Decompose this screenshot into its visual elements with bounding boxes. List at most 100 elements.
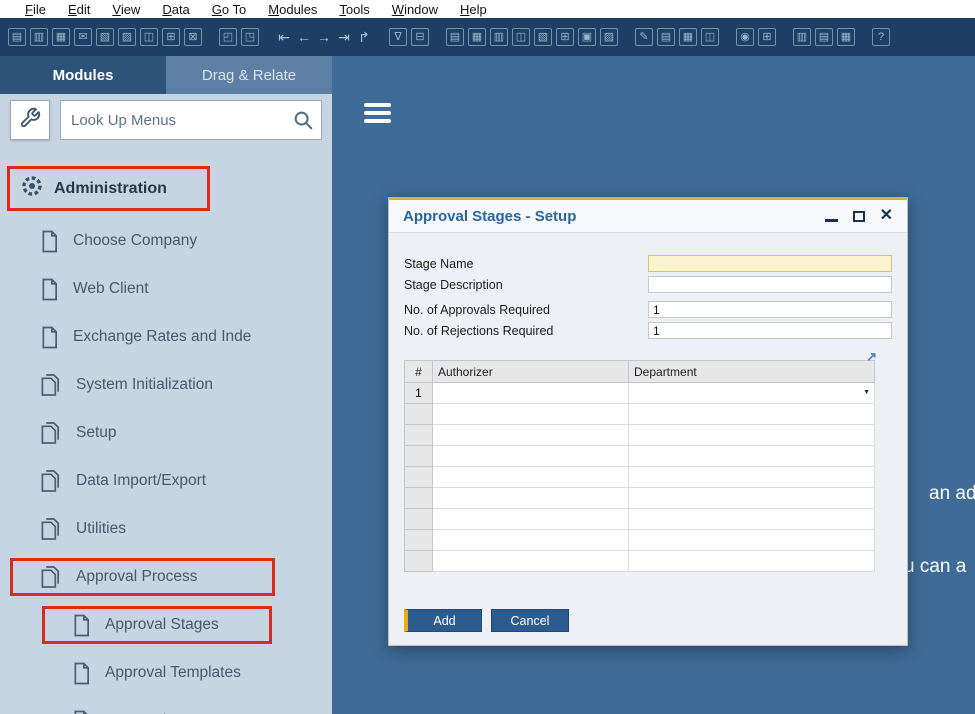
find-icon[interactable]: ⊠	[184, 28, 202, 46]
last-record-icon[interactable]: ⇥	[336, 29, 352, 46]
maximize-icon[interactable]	[853, 211, 865, 222]
help-icon[interactable]: ?	[872, 28, 890, 46]
add-record-icon[interactable]: ◰	[219, 28, 237, 46]
tab-modules[interactable]: Modules	[0, 56, 166, 94]
sidebar-item-approval-status-report[interactable]: Approval Status Report	[0, 697, 332, 714]
dashboard-icon[interactable]: ▤	[815, 28, 833, 46]
previous-record-icon[interactable]: ←	[296, 29, 312, 45]
sidebar-item-label: Data Import/Export	[76, 472, 206, 490]
sidebar-item-system-initialization[interactable]: System Initialization	[0, 361, 332, 409]
authorizer-table-body: 1▼	[405, 383, 875, 572]
print-icon[interactable]: ▥	[30, 28, 48, 46]
menu-view[interactable]: View	[101, 2, 151, 17]
toolbar: ▤▥▦✉▧▨◫⊞⊠◰◳⇤←→⇥↱∇⊟▤▦▥◫▧⊞▣▨✎▤▦◫◉⊞▥▤▦?	[0, 18, 975, 56]
payment-means-icon[interactable]: ▥	[490, 28, 508, 46]
query-icon[interactable]: ⊞	[556, 28, 574, 46]
department-cell[interactable]	[629, 467, 875, 488]
duplicate-icon[interactable]: ◳	[241, 28, 259, 46]
department-cell[interactable]	[629, 530, 875, 551]
mail-icon[interactable]: ✉	[74, 28, 92, 46]
jump-to-icon[interactable]: ↱	[356, 29, 372, 46]
journal-entry-icon[interactable]: ◫	[512, 28, 530, 46]
sidebar-item-approval-templates[interactable]: Approval Templates	[0, 649, 332, 697]
department-cell[interactable]	[629, 488, 875, 509]
authorizer-cell[interactable]	[433, 446, 629, 467]
cancel-button[interactable]: Cancel	[491, 609, 569, 632]
next-record-icon[interactable]: →	[316, 29, 332, 45]
department-cell[interactable]: ▼	[629, 383, 875, 404]
background-text-fragment: an ad	[929, 483, 975, 505]
authorizer-cell[interactable]	[433, 551, 629, 572]
search-input[interactable]	[60, 100, 322, 140]
approvals-required-label: No. of Approvals Required	[404, 303, 648, 317]
layout-designer-icon[interactable]: ▤	[657, 28, 675, 46]
menu-go-to[interactable]: Go To	[201, 2, 257, 17]
sidebar-item-utilities[interactable]: Utilities	[0, 505, 332, 553]
dropdown-caret-icon[interactable]: ▼	[863, 389, 870, 396]
filter-icon[interactable]: ∇	[389, 28, 407, 46]
sidebar-item-approval-stages[interactable]: Approval Stages	[0, 601, 332, 649]
expand-grid-icon[interactable]: ↗	[866, 349, 877, 365]
minimize-icon[interactable]	[825, 219, 838, 222]
rejections-required-input[interactable]	[648, 322, 892, 339]
lock-screen-icon[interactable]: ⊞	[162, 28, 180, 46]
excel-export-icon[interactable]: ▧	[96, 28, 114, 46]
authorizer-cell[interactable]	[433, 404, 629, 425]
users-icon[interactable]: ◉	[736, 28, 754, 46]
sidebar-item-administration[interactable]: Administration	[7, 166, 210, 211]
sidebar-item-label: Web Client	[73, 280, 149, 298]
department-cell[interactable]	[629, 404, 875, 425]
department-cell[interactable]	[629, 446, 875, 467]
authorizer-cell[interactable]	[433, 488, 629, 509]
menu-window[interactable]: Window	[381, 2, 449, 17]
dialog-title-bar[interactable]: Approval Stages - Setup ✕	[389, 200, 907, 233]
stage-description-input[interactable]	[648, 276, 892, 293]
settings-icon[interactable]: ⊞	[758, 28, 776, 46]
sidebar: Modules Drag & Relate	[0, 56, 332, 714]
close-icon[interactable]: ✕	[880, 208, 893, 224]
menu-icon[interactable]	[364, 103, 391, 127]
sidebar-item-web-client[interactable]: Web Client	[0, 265, 332, 313]
first-record-icon[interactable]: ⇤	[276, 29, 292, 46]
sidebar-item-label: Approval Templates	[105, 664, 241, 682]
calendar-icon[interactable]: ▦	[837, 28, 855, 46]
authorizer-cell[interactable]	[433, 383, 629, 404]
menu-help[interactable]: Help	[449, 2, 498, 17]
authorizer-cell[interactable]	[433, 425, 629, 446]
sidebar-item-approval-process[interactable]: Approval Process	[0, 553, 332, 601]
print-preview-icon[interactable]: ▦	[52, 28, 70, 46]
word-export-icon[interactable]: ▨	[118, 28, 136, 46]
menu-edit[interactable]: Edit	[57, 2, 101, 17]
message-icon[interactable]: ▨	[600, 28, 618, 46]
edit-icon[interactable]: ✎	[635, 28, 653, 46]
menu-tools[interactable]: Tools	[328, 2, 380, 17]
alert-icon[interactable]: ▣	[578, 28, 596, 46]
target-document-icon[interactable]: ▦	[468, 28, 486, 46]
translate-icon[interactable]: ◫	[701, 28, 719, 46]
pdf-export-icon[interactable]: ◫	[140, 28, 158, 46]
stage-name-input[interactable]	[648, 255, 892, 272]
authorizer-cell[interactable]	[433, 530, 629, 551]
menu-data[interactable]: Data	[151, 2, 200, 17]
department-cell[interactable]	[629, 425, 875, 446]
workflow-icon[interactable]: ▥	[793, 28, 811, 46]
sidebar-item-choose-company[interactable]: Choose Company	[0, 217, 332, 265]
sidebar-item-data-import-export[interactable]: Data Import/Export	[0, 457, 332, 505]
sidebar-item-exchange-rates-and-inde[interactable]: Exchange Rates and Inde	[0, 313, 332, 361]
department-cell[interactable]	[629, 509, 875, 530]
form-settings-icon[interactable]: ▤	[8, 28, 26, 46]
tab-drag-relate[interactable]: Drag & Relate	[166, 56, 332, 94]
sort-icon[interactable]: ⊟	[411, 28, 429, 46]
base-document-icon[interactable]: ▤	[446, 28, 464, 46]
add-button[interactable]: Add	[404, 609, 482, 632]
form-designer-icon[interactable]: ▦	[679, 28, 697, 46]
sidebar-item-setup[interactable]: Setup	[0, 409, 332, 457]
report-icon[interactable]: ▧	[534, 28, 552, 46]
menu-modules[interactable]: Modules	[257, 2, 328, 17]
menu-file[interactable]: File	[14, 2, 57, 17]
approvals-required-input[interactable]	[648, 301, 892, 318]
authorizer-cell[interactable]	[433, 467, 629, 488]
department-cell[interactable]	[629, 551, 875, 572]
menu-settings-button[interactable]	[10, 100, 50, 140]
authorizer-cell[interactable]	[433, 509, 629, 530]
